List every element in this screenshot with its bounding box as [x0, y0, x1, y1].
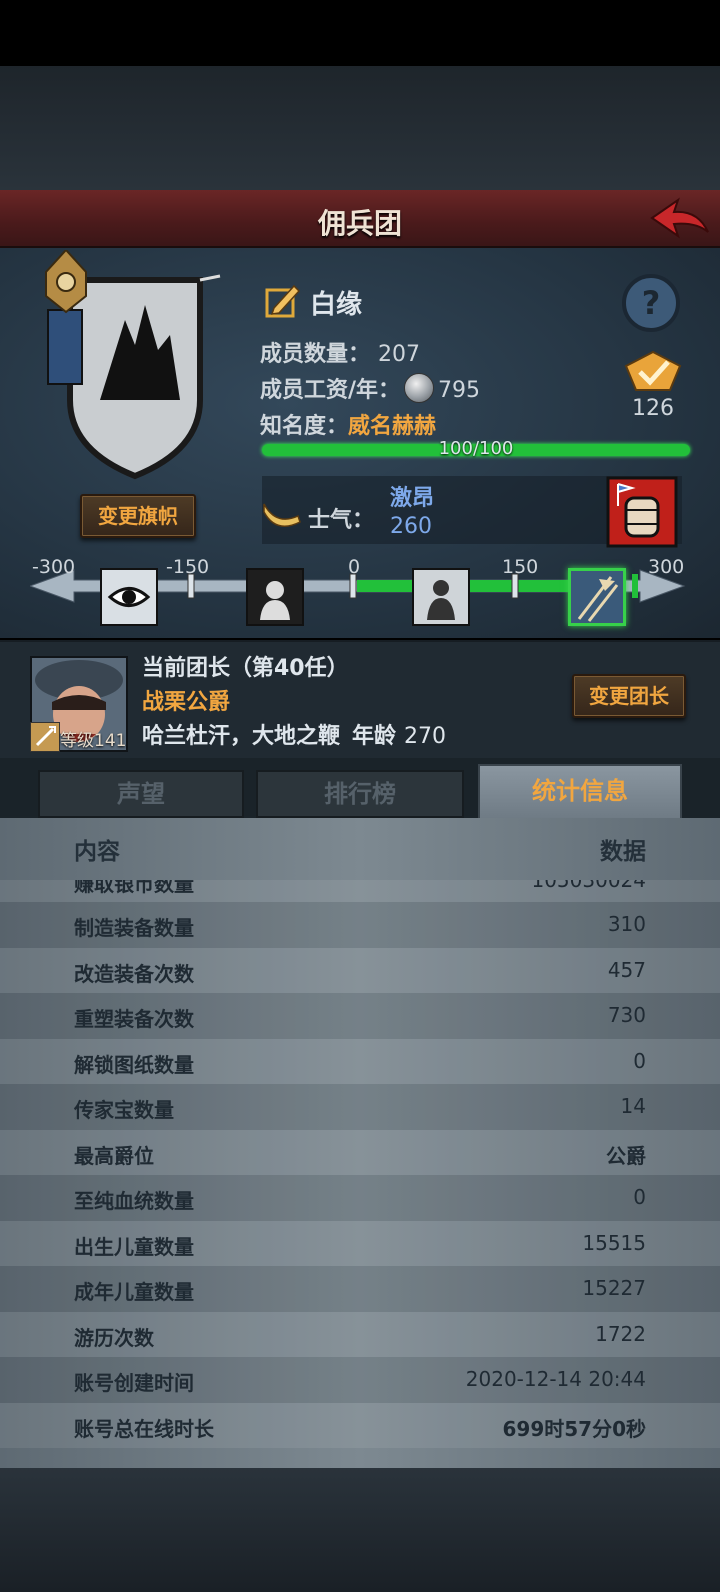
leader-rank: 战栗公爵: [142, 690, 231, 715]
leader-name-line: 哈兰杜汗，大地之鞭 年龄 270: [142, 718, 446, 750]
tab-ranking[interactable]: 排行榜: [256, 770, 464, 818]
leader-age-label: 年龄: [352, 724, 397, 749]
back-arrow-icon[interactable]: [648, 196, 712, 244]
row-value: 310: [607, 912, 646, 936]
row-value: 699时57分0秒: [502, 1416, 647, 1441]
table-row: 重塑装备次数 730: [0, 993, 720, 1039]
eye-icon[interactable]: [100, 568, 158, 626]
row-key: 重塑装备次数: [74, 1007, 194, 1031]
table-row: 赚取银币数量 105030024: [0, 880, 720, 902]
rank-badge-icon[interactable]: [620, 350, 686, 396]
members-value: 207: [378, 342, 421, 367]
despair-icon[interactable]: [246, 568, 304, 626]
status-bar-area: [0, 0, 720, 66]
leader-title: 当前团长（第40任）: [142, 656, 349, 681]
calm-icon[interactable]: [412, 568, 470, 626]
fame-label: 知名度：: [260, 414, 349, 439]
row-value: 15515: [582, 1230, 646, 1255]
row-key: 账号总在线时长: [74, 1416, 214, 1441]
table-row: 成年儿童数量 15227: [0, 1266, 720, 1312]
morale-label: 士气：: [308, 508, 375, 533]
table-row: 账号创建时间 2020-12-14 20:44: [0, 1357, 720, 1403]
title-bar: 佣兵团: [0, 190, 720, 248]
leader-name: 哈兰杜汗，大地之鞭: [142, 724, 341, 749]
change-leader-button[interactable]: 变更团长: [572, 674, 686, 718]
wage-label: 成员工资/年：: [260, 378, 401, 403]
scale-label-pos: 150: [502, 556, 539, 578]
guild-banner-icon: [30, 248, 230, 486]
wage-line: 成员工资/年： 795: [260, 372, 480, 404]
row-key: 出生儿童数量: [74, 1234, 194, 1259]
row-value: 730: [607, 1003, 646, 1027]
tab-statistics[interactable]: 统计信息: [478, 764, 682, 820]
help-icon[interactable]: ?: [620, 272, 682, 334]
row-value: 1722: [595, 1321, 646, 1346]
fame-progress-text: 100/100: [438, 438, 514, 459]
row-value: 15227: [582, 1276, 646, 1300]
fame-value: 威名赫赫: [348, 414, 437, 439]
table-row: 游历次数 1722: [0, 1311, 720, 1357]
morale-state: 激昂: [390, 486, 435, 511]
page-title: 佣兵团: [317, 207, 402, 240]
members-label: 成员数量：: [260, 342, 371, 367]
table-rows: 赚取银币数量 105030024 制造装备数量 310 改造装备次数 457 重塑装备…: [0, 880, 720, 1448]
row-key: 改造装备次数: [74, 961, 194, 986]
table-row: 出生儿童数量 15515: [0, 1220, 720, 1266]
scale-label-min: -300: [32, 556, 76, 578]
horn-icon: [262, 492, 302, 532]
table-row: 账号总在线时长 699时57分0秒: [0, 1402, 720, 1448]
row-value: 457: [607, 957, 646, 982]
svg-text:?: ?: [642, 284, 661, 322]
row-key: 制造装备数量: [74, 916, 194, 940]
column-content: 内容: [74, 839, 120, 865]
table-header: 内容 数据: [0, 818, 720, 874]
row-value: 105030024: [531, 880, 646, 892]
table-row: 最高爵位 公爵: [0, 1129, 720, 1175]
silver-coin-icon: [404, 373, 435, 403]
members-line: 成员数量： 207: [260, 336, 420, 368]
background-bottom: [0, 1468, 720, 1592]
morale-value: 260: [390, 514, 432, 539]
barrel-icon[interactable]: [606, 476, 678, 548]
tab-reputation[interactable]: 声望: [38, 770, 244, 818]
table-row: 传家宝数量 14: [0, 1084, 720, 1130]
row-key: 成年儿童数量: [74, 1280, 194, 1304]
table-row: 改造装备次数 457: [0, 947, 720, 993]
change-flag-button[interactable]: 变更旗帜: [80, 494, 196, 538]
leader-level: 等级141: [60, 731, 127, 751]
row-key: 游历次数: [74, 1325, 154, 1350]
morale-fill: [357, 580, 603, 592]
leader-age: 270: [404, 724, 447, 749]
table-row: 解锁图纸数量 0: [0, 1038, 720, 1084]
level-badge-icon: [30, 722, 60, 752]
row-value: 14: [620, 1094, 646, 1118]
table-row: 至纯血统数量 0: [0, 1175, 720, 1221]
row-key: 最高爵位: [74, 1143, 154, 1168]
wage-value: 795: [438, 378, 481, 403]
row-value: 2020-12-14 20:44: [465, 1367, 646, 1391]
guild-name: 白缘: [310, 290, 363, 320]
row-value: 公爵: [606, 1143, 646, 1168]
scale-label-zero: 0: [348, 556, 361, 578]
row-key: 账号创建时间: [74, 1371, 194, 1395]
rank-value: 126: [632, 396, 674, 421]
edit-icon[interactable]: [264, 282, 302, 320]
banner-spears-icon[interactable]: [568, 568, 626, 626]
row-key: 解锁图纸数量: [74, 1052, 194, 1077]
scale-label-max: 300: [648, 556, 685, 578]
row-key: 赚取银币数量: [74, 880, 194, 896]
column-data: 数据: [600, 839, 646, 865]
scale-label-neg: -150: [166, 556, 210, 578]
background-top: [0, 66, 720, 190]
statistics-table[interactable]: 内容 数据 赚取银币数量 105030024 制造装备数量 310 改造装备次数 45…: [0, 818, 720, 1468]
row-key: 传家宝数量: [74, 1098, 174, 1122]
row-value: 0: [633, 1048, 646, 1073]
fame-line: 知名度：威名赫赫: [260, 408, 436, 440]
row-key: 至纯血统数量: [74, 1189, 194, 1213]
row-value: 0: [633, 1185, 646, 1209]
table-row: 制造装备数量 310: [0, 902, 720, 948]
